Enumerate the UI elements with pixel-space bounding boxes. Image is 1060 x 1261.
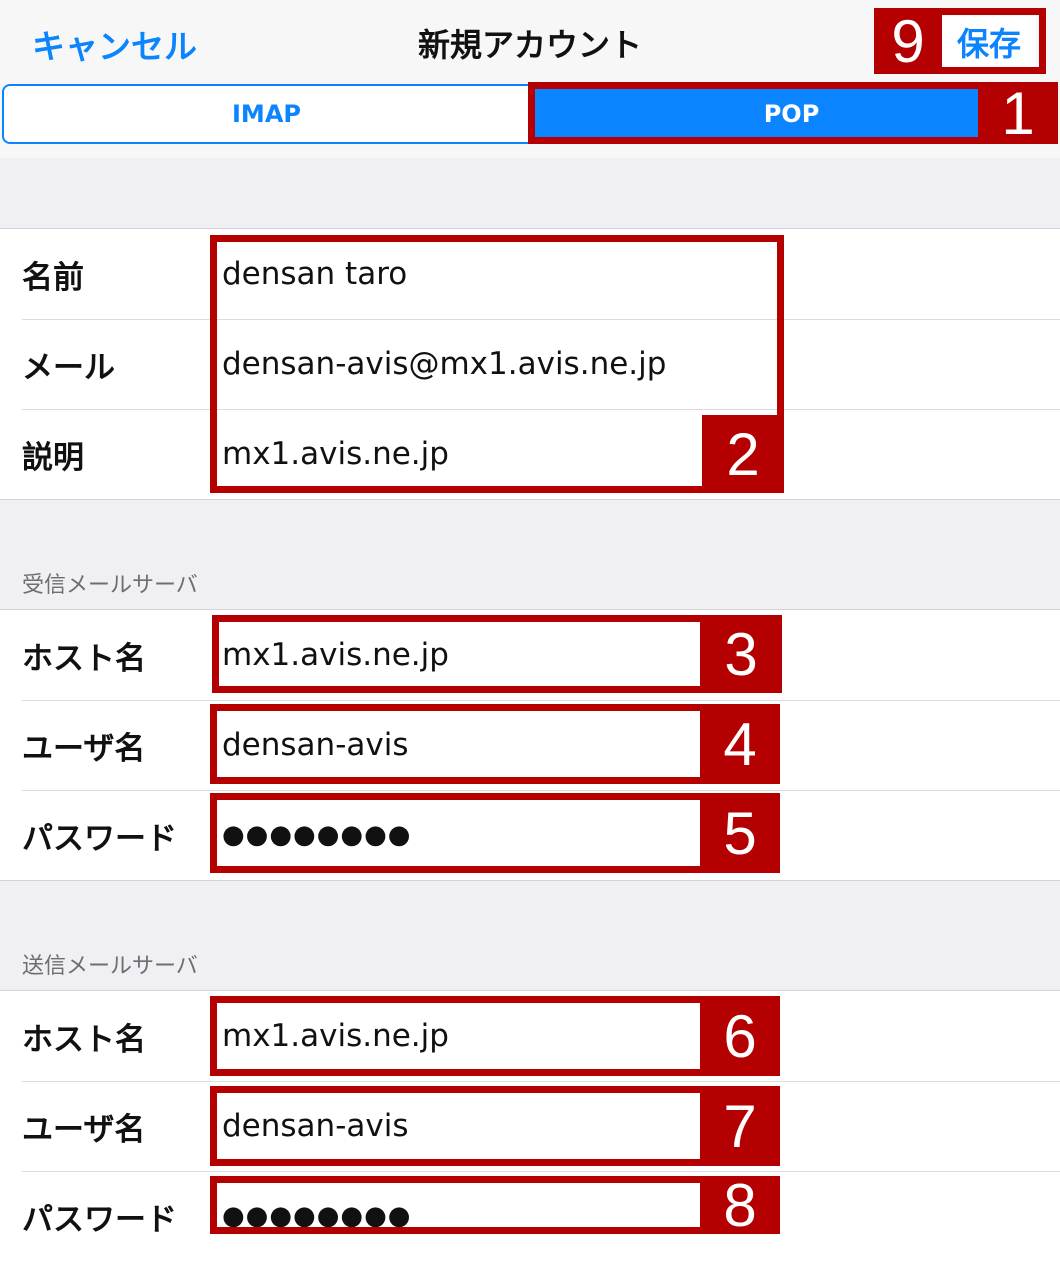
annotation-box-7 <box>210 1086 780 1166</box>
description-label: 説明 <box>22 439 84 476</box>
annotation-box-6 <box>210 996 780 1076</box>
annotation-badge-9: 9 <box>874 8 942 75</box>
incoming-user-label: ユーザ名 <box>22 730 146 767</box>
annotation-badge-4: 4 <box>700 704 780 784</box>
outgoing-host-label: ホスト名 <box>22 1021 146 1058</box>
annotation-box-5 <box>210 793 780 873</box>
annotation-box-2 <box>210 235 784 493</box>
annotation-badge-6: 6 <box>700 996 780 1076</box>
incoming-server-header: 受信メールサーバ <box>22 573 198 598</box>
email-label: メール <box>22 349 115 386</box>
incoming-password-label: パスワード <box>22 820 177 857</box>
incoming-host-label: ホスト名 <box>22 640 146 677</box>
annotation-box-4 <box>210 704 780 784</box>
annotation-badge-5: 5 <box>700 793 780 873</box>
outgoing-user-label: ユーザ名 <box>22 1111 146 1148</box>
annotation-badge-2: 2 <box>702 415 784 493</box>
outgoing-server-header: 送信メールサーバ <box>22 954 198 979</box>
annotation-badge-3: 3 <box>700 615 782 693</box>
annotation-box-3 <box>212 615 782 693</box>
name-label: 名前 <box>22 259 84 296</box>
annotation-badge-7: 7 <box>700 1086 780 1166</box>
tab-imap[interactable]: IMAP <box>4 86 529 142</box>
annotation-badge-1: 1 <box>978 80 1058 147</box>
annotation-box-8 <box>210 1176 780 1234</box>
annotation-badge-8: 8 <box>700 1172 780 1239</box>
outgoing-password-label: パスワード <box>22 1201 177 1238</box>
